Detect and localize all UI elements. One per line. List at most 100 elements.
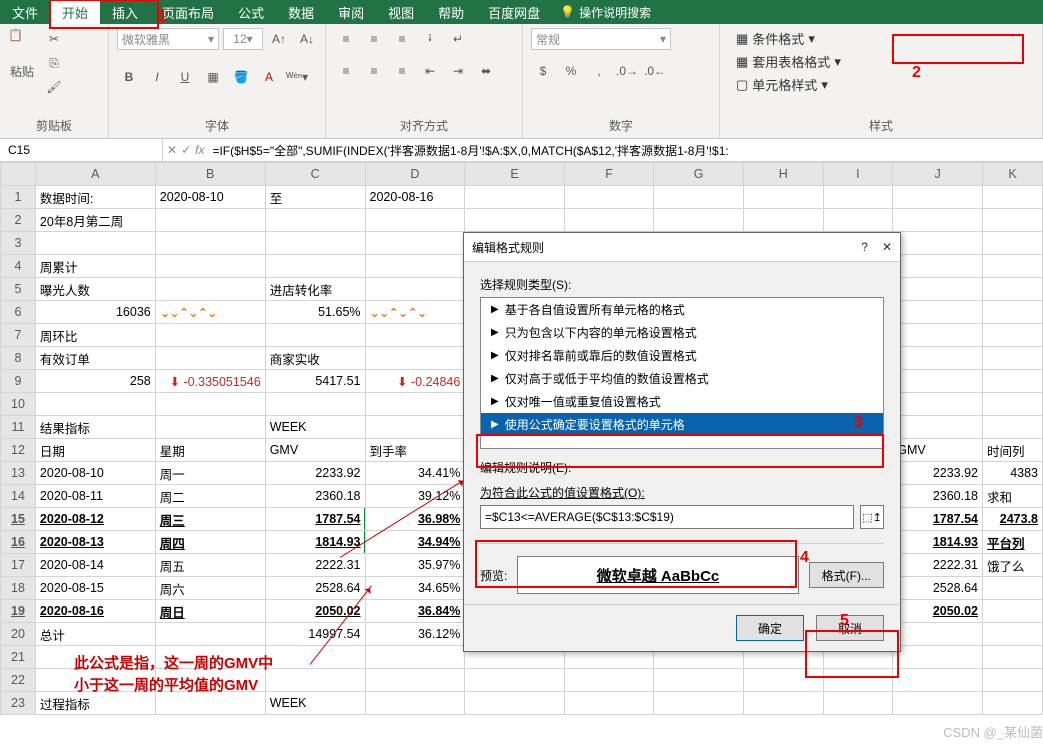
- rule-type-item[interactable]: ▶ 仅对唯一值或重复值设置格式: [481, 390, 883, 413]
- cell[interactable]: [893, 209, 983, 232]
- col-header[interactable]: H: [743, 163, 823, 186]
- row-header[interactable]: 5: [1, 278, 36, 301]
- cell[interactable]: [365, 347, 465, 370]
- increase-indent-button[interactable]: ⇥: [446, 60, 470, 82]
- cell[interactable]: ⌄⌄⌃⌄⌃⌄: [155, 301, 265, 324]
- rule-type-item[interactable]: ▶ 只为包含以下内容的单元格设置格式: [481, 321, 883, 344]
- row-header[interactable]: 8: [1, 347, 36, 370]
- cell[interactable]: ⌄⌄⌃⌄⌃⌄: [365, 301, 465, 324]
- cell[interactable]: [893, 393, 983, 416]
- row-header[interactable]: 23: [1, 692, 36, 715]
- font-size-select[interactable]: 12▾: [223, 28, 263, 50]
- cell[interactable]: [823, 186, 893, 209]
- align-left-button[interactable]: ≡: [334, 60, 358, 82]
- cell[interactable]: 商家实收: [265, 347, 365, 370]
- tab-视图[interactable]: 视图: [376, 0, 426, 25]
- align-right-button[interactable]: ≡: [390, 60, 414, 82]
- cell[interactable]: [983, 646, 1043, 669]
- cell[interactable]: [893, 301, 983, 324]
- row-header[interactable]: 17: [1, 554, 36, 577]
- cell[interactable]: [465, 209, 565, 232]
- cell[interactable]: 周日: [155, 600, 265, 623]
- cell[interactable]: 2360.18: [893, 485, 983, 508]
- cell[interactable]: 1814.93: [893, 531, 983, 554]
- cell[interactable]: [983, 301, 1043, 324]
- cut-button[interactable]: ✂: [42, 28, 66, 50]
- cell[interactable]: 周环比: [35, 324, 155, 347]
- cell[interactable]: 周一: [155, 462, 265, 485]
- cell[interactable]: [365, 416, 465, 439]
- col-header[interactable]: G: [654, 163, 744, 186]
- cell[interactable]: [983, 347, 1043, 370]
- row-header[interactable]: 18: [1, 577, 36, 600]
- format-button[interactable]: 格式(F)...: [809, 562, 884, 588]
- cell[interactable]: 2020-08-10: [155, 186, 265, 209]
- cell[interactable]: [155, 255, 265, 278]
- cell[interactable]: 数据时间:: [35, 186, 155, 209]
- cell[interactable]: [265, 324, 365, 347]
- cell[interactable]: WEEK: [265, 692, 365, 715]
- col-header[interactable]: J: [893, 163, 983, 186]
- cell[interactable]: 2233.92: [893, 462, 983, 485]
- cell[interactable]: [823, 669, 893, 692]
- cell[interactable]: [893, 646, 983, 669]
- underline-button[interactable]: U: [173, 66, 197, 88]
- cell[interactable]: 有效订单: [35, 347, 155, 370]
- cell[interactable]: 2050.02: [265, 600, 365, 623]
- cell[interactable]: 饿了么: [983, 554, 1043, 577]
- cell[interactable]: 平台列: [983, 531, 1043, 554]
- cell[interactable]: [893, 255, 983, 278]
- cell[interactable]: 总计: [35, 623, 155, 646]
- row-header[interactable]: 15: [1, 508, 36, 531]
- cell[interactable]: [983, 577, 1043, 600]
- cell[interactable]: 4383: [983, 462, 1043, 485]
- name-box[interactable]: [0, 139, 163, 161]
- cell[interactable]: 结果指标: [35, 416, 155, 439]
- cell[interactable]: 周四: [155, 531, 265, 554]
- formula-input[interactable]: [208, 143, 1043, 157]
- row-header[interactable]: 7: [1, 324, 36, 347]
- italic-button[interactable]: I: [145, 66, 169, 88]
- increase-font-button[interactable]: A↑: [267, 28, 291, 50]
- cell[interactable]: [265, 232, 365, 255]
- cell[interactable]: 周五: [155, 554, 265, 577]
- wrap-text-button[interactable]: ↵: [446, 28, 470, 50]
- cell[interactable]: 周累计: [35, 255, 155, 278]
- cell[interactable]: [983, 186, 1043, 209]
- accounting-format-button[interactable]: $: [531, 60, 555, 82]
- tab-开始[interactable]: 开始: [50, 0, 100, 25]
- cell[interactable]: 258: [35, 370, 155, 393]
- comma-format-button[interactable]: ,: [587, 60, 611, 82]
- cell[interactable]: GMV: [265, 439, 365, 462]
- cell[interactable]: 到手率: [365, 439, 465, 462]
- row-header[interactable]: 2: [1, 209, 36, 232]
- phonetic-button[interactable]: ᵂᵉⁿ▾: [285, 66, 309, 88]
- decrease-indent-button[interactable]: ⇤: [418, 60, 442, 82]
- cancel-button[interactable]: 取消: [816, 615, 884, 641]
- cell[interactable]: [983, 416, 1043, 439]
- cell[interactable]: [893, 232, 983, 255]
- cell[interactable]: [983, 600, 1043, 623]
- col-header[interactable]: A: [35, 163, 155, 186]
- cell[interactable]: 51.65%: [265, 301, 365, 324]
- cell[interactable]: [743, 692, 823, 715]
- ok-button[interactable]: 确定: [736, 615, 804, 641]
- cell[interactable]: [155, 209, 265, 232]
- col-header[interactable]: [1, 163, 36, 186]
- tab-审阅[interactable]: 审阅: [326, 0, 376, 25]
- row-header[interactable]: 3: [1, 232, 36, 255]
- cell[interactable]: [743, 186, 823, 209]
- decrease-font-button[interactable]: A↓: [295, 28, 319, 50]
- cell[interactable]: 2473.8: [983, 508, 1043, 531]
- cell[interactable]: 日期: [35, 439, 155, 462]
- row-header[interactable]: 21: [1, 646, 36, 669]
- font-color-button[interactable]: A: [257, 66, 281, 88]
- decrease-decimal-button[interactable]: .0←: [643, 60, 667, 82]
- cell[interactable]: [155, 278, 265, 301]
- cell[interactable]: 2020-08-13: [35, 531, 155, 554]
- cell[interactable]: 34.65%: [365, 577, 465, 600]
- cell[interactable]: [654, 692, 744, 715]
- number-format-select[interactable]: 常规▾: [531, 28, 671, 50]
- cell[interactable]: [743, 209, 823, 232]
- cell[interactable]: [983, 324, 1043, 347]
